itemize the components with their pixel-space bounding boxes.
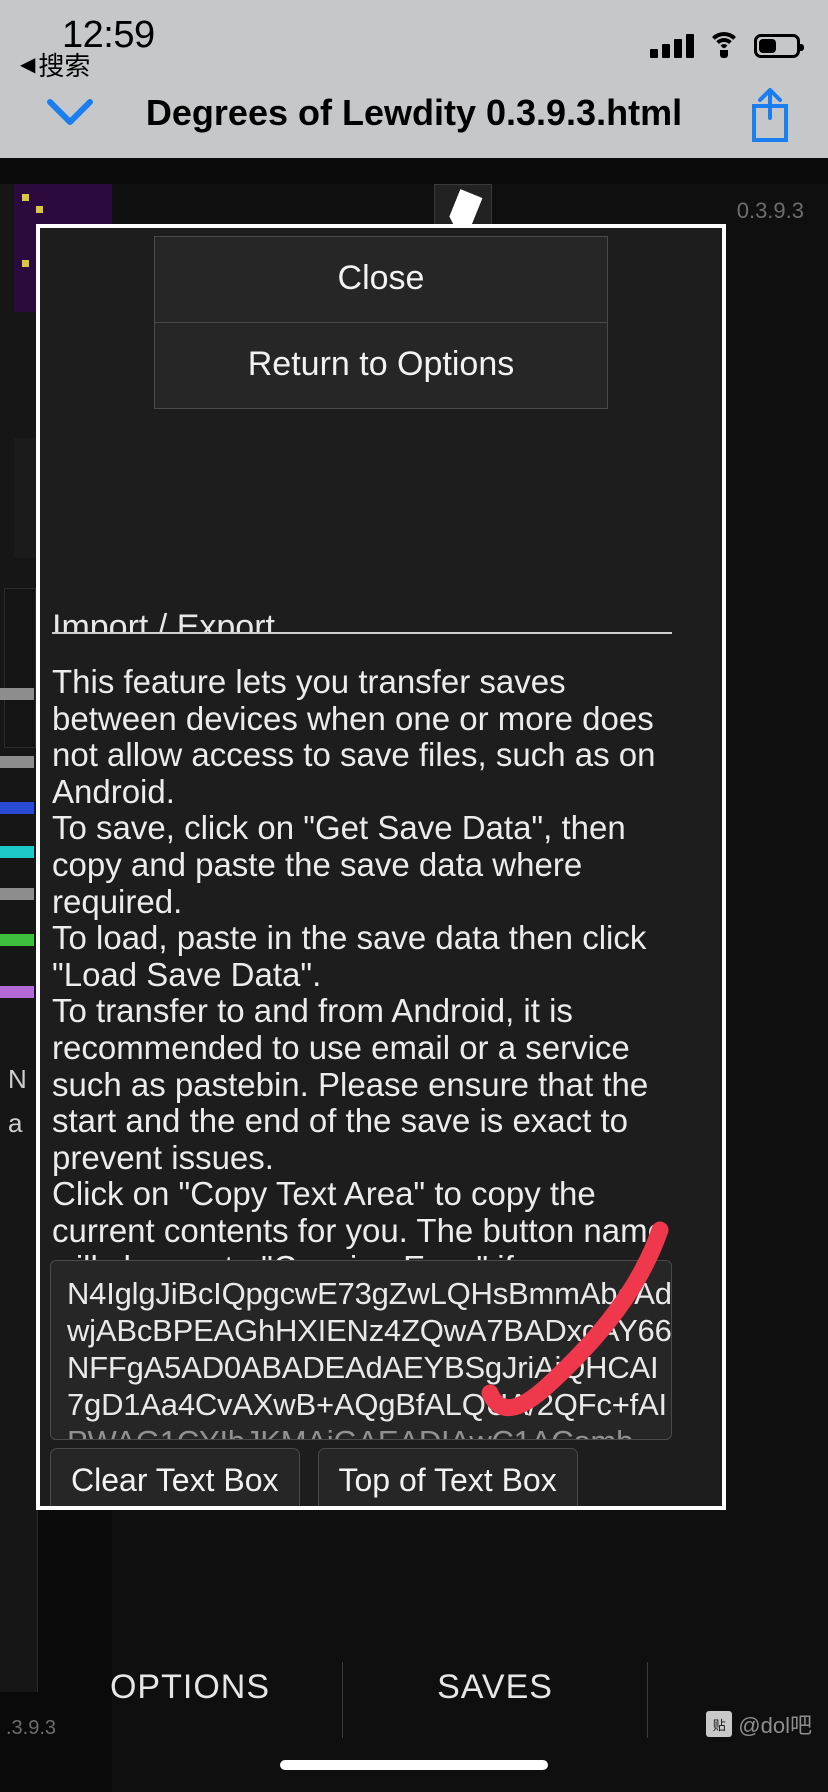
watermark: 贴 @dol吧 <box>706 1708 812 1740</box>
stat-bar-3 <box>0 802 34 814</box>
art-thumbnail-strip <box>4 588 36 748</box>
stat-bar-2 <box>0 756 34 768</box>
dialog-heading: Import / Export <box>52 608 275 634</box>
cellular-signal-icon <box>650 32 694 58</box>
return-to-options-button[interactable]: Return to Options <box>154 323 608 409</box>
import-export-dialog: Close Return to Options Import / Export … <box>36 224 726 1510</box>
stat-bar-7 <box>0 986 34 998</box>
ios-status-bar: 12:59 ◀ 搜索 Degrees of Lewdity 0.3.9.3.ht… <box>0 0 828 158</box>
save-data-line: wjABcBPEAGhHXIENz4ZQwA7BADxgAY66 <box>67 1313 672 1348</box>
stat-bar-1 <box>0 688 34 700</box>
description-paragraph: To save, click on "Get Save Data", then … <box>52 809 626 920</box>
stat-bar-5 <box>0 888 34 900</box>
description-paragraph: This feature lets you transfer saves bet… <box>52 663 656 810</box>
wifi-icon <box>707 32 741 58</box>
save-data-line: NFFgA5AD0ABADEAdAEYBSgJriAjQHCAI <box>67 1350 659 1385</box>
heading-divider <box>52 632 672 634</box>
save-data-line: PWAG1CYIbJKMAiGAEADIAwC1AComb <box>67 1423 655 1439</box>
game-version-top: 0.3.9.3 <box>736 198 804 223</box>
status-indicators <box>650 26 804 58</box>
save-data-line: 7gD1Aa4CvAXwB+AQgBfALQUA/2QFc+fAI <box>67 1387 667 1422</box>
description-paragraph: To load, paste in the save data then cli… <box>52 919 647 993</box>
watermark-text: @dol吧 <box>738 1713 812 1738</box>
tab-options[interactable]: OPTIONS <box>38 1662 343 1738</box>
save-data-line: N4IglgJiBcIQpgcwE73gZwLQHsBmmAbeAd <box>67 1276 672 1311</box>
close-button[interactable]: Close <box>154 236 608 323</box>
stat-bar-6 <box>0 934 34 946</box>
quicklook-toolbar: Degrees of Lewdity 0.3.9.3.html <box>0 72 828 158</box>
clear-text-box-button[interactable]: Clear Text Box <box>50 1448 300 1506</box>
tab-saves[interactable]: SAVES <box>343 1662 648 1738</box>
game-bottom-tabs[interactable]: OPTIONS SAVES <box>38 1662 648 1738</box>
home-indicator[interactable] <box>280 1760 548 1770</box>
stat-bar-4 <box>0 846 34 858</box>
sidebar-text-1: N <box>8 1064 27 1094</box>
top-of-text-box-button[interactable]: Top of Text Box <box>317 1448 578 1506</box>
dialog-action-buttons: Clear Text Box Top of Text Box Bottom of… <box>50 1448 690 1506</box>
sidebar-text-2: a <box>8 1108 23 1138</box>
page-title: Degrees of Lewdity 0.3.9.3.html <box>145 92 683 133</box>
share-icon[interactable] <box>746 86 794 144</box>
screen: 0.3.9.3 .3.9.3 N a OPTIONS SAVES 贴 @dol吧… <box>0 0 828 1792</box>
watermark-badge-icon: 贴 <box>706 1711 733 1737</box>
description-paragraph: To transfer to and from Android, it is r… <box>52 992 649 1176</box>
dialog-description: This feature lets you transfer saves bet… <box>52 663 680 1323</box>
battery-icon <box>754 34 804 58</box>
button-row-1: Clear Text Box Top of Text Box <box>50 1448 690 1506</box>
save-data-textarea[interactable]: N4IglgJiBcIQpgcwE73gZwLQHsBmmAbeAd wjABc… <box>50 1260 672 1440</box>
